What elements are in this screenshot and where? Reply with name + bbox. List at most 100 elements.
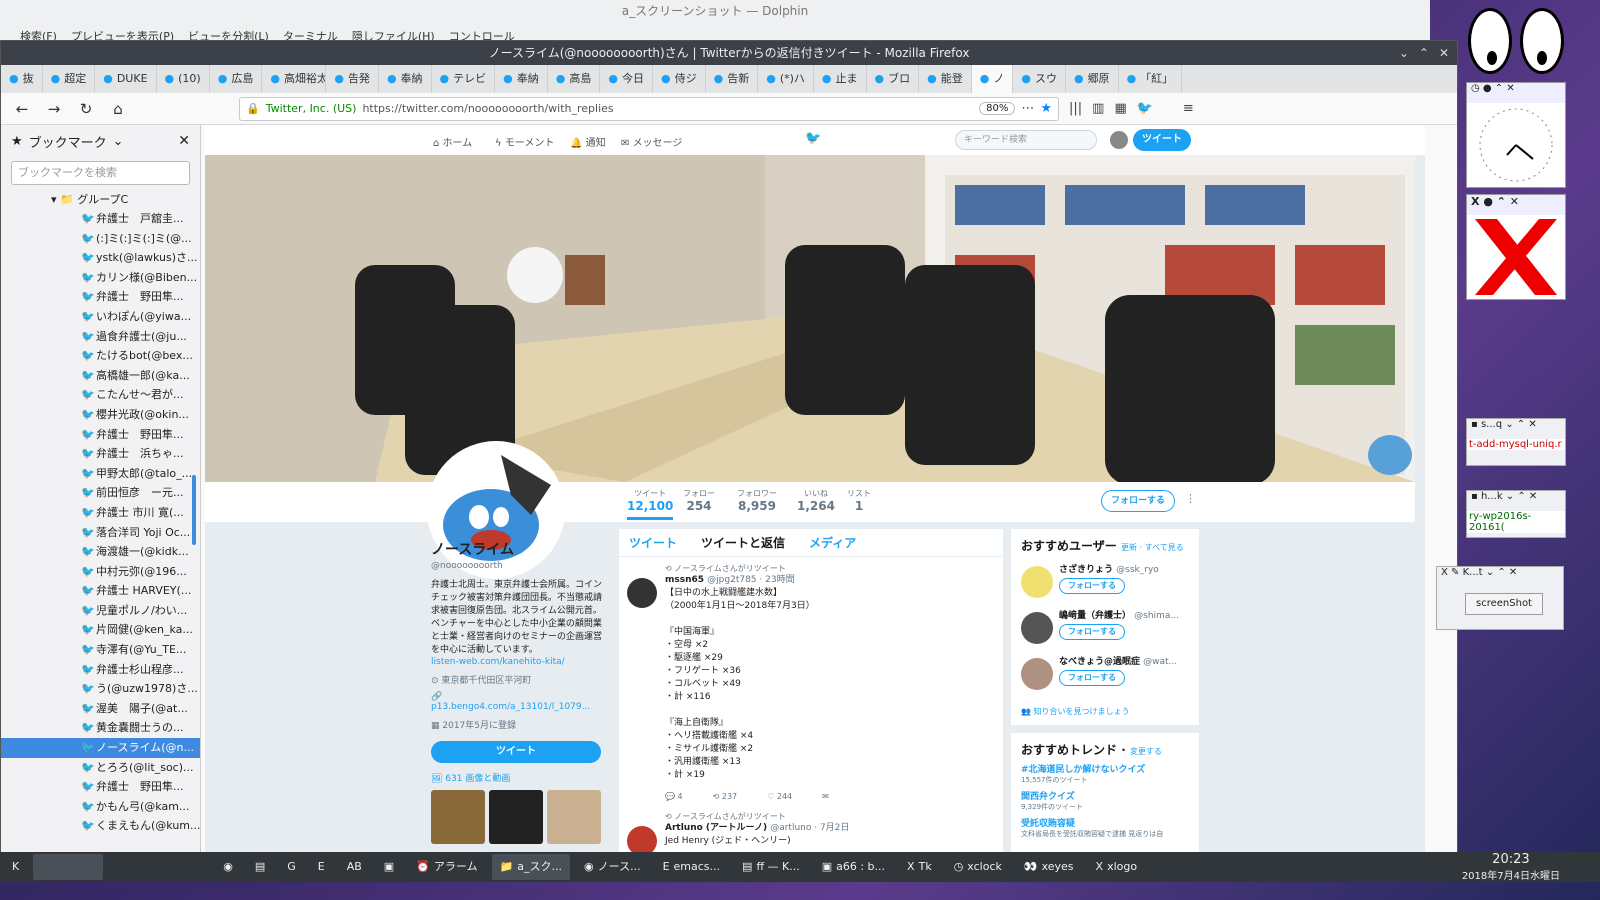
taskbar-item-ff[interactable]: ▤ ff — K...	[734, 854, 808, 880]
sidebar-close-icon[interactable]: ✕	[178, 133, 190, 149]
follow-button[interactable]: フォローする	[1101, 490, 1175, 512]
suggested-user[interactable]: さざきりょう @ssk_ryo フォローする	[1011, 562, 1199, 608]
bookmark-item[interactable]: 🐦 たけるbot(@bex...	[1, 346, 200, 366]
taskbar-item-xlogo[interactable]: X xlogo	[1088, 854, 1146, 880]
stat-following[interactable]: フォロー 254	[683, 488, 715, 513]
bookmark-item[interactable]: 🐦 くまえもん(@kum...	[1, 816, 200, 836]
avatar[interactable]	[627, 578, 657, 608]
bookmark-item[interactable]: 🐦 ystk(@lawkus)さ...	[1, 248, 200, 268]
xlogo-titlebar[interactable]: X ● ⌃ ✕	[1467, 195, 1565, 215]
screenshot-button[interactable]: screenShot	[1465, 593, 1543, 615]
browser-tab[interactable]: ● テレビ	[432, 65, 496, 93]
bookmark-item[interactable]: 🐦 ノースライム(@n...	[1, 738, 200, 758]
forward-icon[interactable]: →	[43, 100, 65, 118]
nav-messages[interactable]: ✉ メッセージ	[621, 134, 682, 149]
bookmark-star-icon[interactable]: ★	[1040, 101, 1052, 116]
bookmark-item[interactable]: 🐦 弁護士 戸舘圭...	[1, 209, 200, 229]
retweet-button[interactable]: ⟲ 237	[713, 792, 738, 801]
xclock-window[interactable]: ◷ ● ⌃ ✕	[1466, 82, 1566, 188]
media-thumbnail[interactable]	[431, 790, 485, 844]
taskbar-item-emacs[interactable]: E emacs...	[655, 854, 728, 880]
avatar[interactable]	[1110, 131, 1128, 149]
find-friends-link[interactable]: 👥 知り合いを見つけましょう	[1011, 700, 1199, 723]
extension-icon[interactable]: ▦	[1114, 101, 1126, 116]
bookmark-item[interactable]: 🐦 落合洋司 Yoji Oc...	[1, 523, 200, 543]
emacs-launcher-icon[interactable]: E	[310, 854, 333, 880]
zoom-indicator[interactable]: 80%	[979, 102, 1016, 115]
taskbar-item-dolphin[interactable]: 📁 a_スク...	[491, 854, 571, 880]
sidebar-title[interactable]: ブックマーク	[29, 132, 107, 151]
who-to-follow-links[interactable]: 更新 · すべて見る	[1121, 543, 1184, 552]
profile-bio-link[interactable]: listen-web.com/kanehito-kita/	[431, 657, 603, 667]
profile-name[interactable]: ノースライム	[431, 539, 603, 559]
emacs-titlebar[interactable]: ▪ s...q ⌄ ⌃ ✕	[1467, 419, 1565, 439]
browser-tab[interactable]: ● 広島	[210, 65, 263, 93]
follow-button[interactable]: フォローする	[1059, 578, 1125, 594]
browser-tab[interactable]: ● 高島	[548, 65, 601, 93]
bookmark-item[interactable]: 🐦 片岡健(@ken_ka...	[1, 620, 200, 640]
browser-tab[interactable]: ● 侍ジ	[653, 65, 706, 93]
taskbar-item-terminal[interactable]: ▣ a66 : b...	[814, 854, 893, 880]
bookmark-folder-group[interactable]: ▾ 📁 グループC	[1, 191, 200, 209]
browser-tab[interactable]: ● 告発	[326, 65, 379, 93]
browser-tab[interactable]: ● ノ	[971, 65, 1014, 93]
browser-tab[interactable]: ● 奉納	[379, 65, 432, 93]
bookmark-item[interactable]: 🐦 中村元弥(@196...	[1, 562, 200, 582]
twitter-extension-icon[interactable]: 🐦	[1137, 101, 1153, 116]
desktop-pager[interactable]	[33, 854, 104, 880]
twitter-logo-icon[interactable]: 🐦	[805, 131, 821, 146]
sidebar-scrollbar[interactable]	[192, 475, 196, 545]
bookmark-item[interactable]: 🐦 渥美 陽子(@at...	[1, 699, 200, 719]
follow-button[interactable]: フォローする	[1059, 624, 1125, 640]
tab-tweets[interactable]: ツイート	[629, 534, 677, 551]
browser-tab[interactable]: ● 高畑裕太	[262, 65, 327, 93]
bookmark-item[interactable]: 🐦 寺澤有(@Yu_TE...	[1, 640, 200, 660]
bookmark-item[interactable]: 🐦 かもん弓(@kam...	[1, 797, 200, 817]
browser-tab[interactable]: ● (10)	[157, 65, 210, 93]
bookmark-item[interactable]: 🐦 高橋雄一郎(@ka...	[1, 366, 200, 386]
gimp-launcher-icon[interactable]: G	[279, 854, 304, 880]
tab-media[interactable]: メディア	[809, 534, 856, 551]
site-identity[interactable]: Twitter, Inc. (US)	[266, 102, 357, 115]
emacs-titlebar[interactable]: ▪ h...k ⌄ ⌃ ✕	[1467, 491, 1565, 511]
bookmark-item[interactable]: 🐦 う(@uzw1978)さ...	[1, 679, 200, 699]
desktop-pager[interactable]	[109, 854, 209, 880]
taskbar-clock[interactable]: 20:23 2018年7月4日水曜日	[1462, 852, 1560, 882]
suggested-user[interactable]: なべきょう@過眠症 @wat... フォローする	[1011, 654, 1199, 700]
avatar[interactable]	[1021, 658, 1053, 690]
chevron-down-icon[interactable]: ⌄	[113, 134, 124, 149]
browser-tab[interactable]: ● 能登	[919, 65, 972, 93]
nav-home[interactable]: ⌂ ホーム	[433, 134, 472, 149]
follow-button[interactable]: フォローする	[1059, 670, 1125, 686]
media-link[interactable]: 🖼 631 画像と動画	[431, 771, 603, 784]
start-menu-icon[interactable]: K	[4, 854, 27, 880]
more-options-icon[interactable]: ⋮	[1185, 492, 1196, 505]
sidebar-icon[interactable]: ▥	[1092, 101, 1104, 116]
bookmark-item[interactable]: 🐦 弁護士 野田隼...	[1, 425, 200, 445]
xclock-titlebar[interactable]: ◷ ● ⌃ ✕	[1467, 83, 1565, 103]
library-icon[interactable]: |||	[1069, 101, 1082, 116]
profile-banner[interactable]	[205, 155, 1415, 482]
browser-tab[interactable]: ● 今日	[600, 65, 653, 93]
media-thumbnail[interactable]	[547, 790, 601, 844]
bookmark-item[interactable]: 🐦 海渡雄一(@kidk...	[1, 542, 200, 562]
url-bar[interactable]: 🔒 Twitter, Inc. (US) https://twitter.com…	[239, 96, 1059, 121]
bookmark-item[interactable]: 🐦 こたんせ～君が...	[1, 385, 200, 405]
back-icon[interactable]: ←	[11, 100, 33, 118]
browser-tab[interactable]: ● (*)ハ	[758, 65, 814, 93]
reload-icon[interactable]: ↻	[75, 100, 97, 118]
stat-likes[interactable]: いいね 1,264	[797, 488, 835, 513]
browser-tab[interactable]: ● 超定	[43, 65, 96, 93]
maximize-icon[interactable]: ⌃	[1419, 41, 1429, 65]
avatar[interactable]	[1021, 566, 1053, 598]
firefox-launcher-icon[interactable]: ◉	[215, 854, 241, 880]
bookmark-item[interactable]: 🐦 弁護士 野田隼...	[1, 287, 200, 307]
minimize-icon[interactable]: ⌄	[1399, 41, 1409, 65]
profile-handle[interactable]: @noooooooorth	[431, 561, 603, 571]
browser-tab[interactable]: ● 止ま	[814, 65, 867, 93]
browser-tab[interactable]: ● 「紅」	[1119, 65, 1183, 93]
bookmark-item[interactable]: 🐦 弁護士 市川 寛(...	[1, 503, 200, 523]
browser-tab[interactable]: ● スウ	[1013, 65, 1066, 93]
nav-moments[interactable]: ϟ モーメント	[495, 134, 554, 149]
avatar[interactable]	[1021, 612, 1053, 644]
